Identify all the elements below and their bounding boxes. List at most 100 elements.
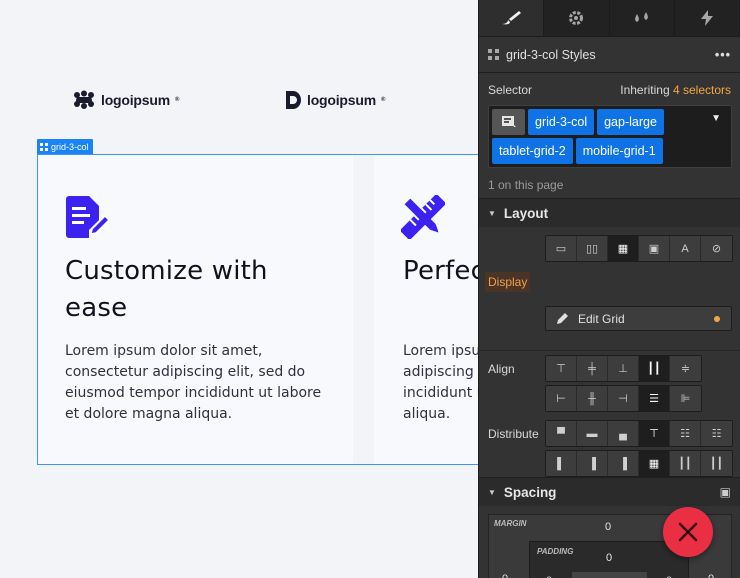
justify-start-button[interactable]: ⊢ [546,386,577,411]
grid-icon [40,143,48,151]
distribute-h-end-button[interactable]: ▐ [608,451,639,476]
display-inline-button[interactable]: A [670,236,701,261]
lightning-icon [700,10,713,26]
logo-text: logoipsum [101,92,170,108]
justify-stretch-icon: ☰ [649,393,659,405]
justify-end-button[interactable]: ⊣ [608,386,639,411]
align-start-button[interactable]: ⊤ [546,356,577,381]
align-center-button[interactable]: ╪ [577,356,608,381]
tab-interactions[interactable] [610,0,675,36]
distribute-bottom-icon: ▄ [619,427,627,440]
display-none-button[interactable]: ⊘ [701,236,732,261]
content-box [572,572,647,578]
design-canvas[interactable]: logoipsum ® logoipsum ® grid-3-col Customi… [0,0,478,578]
selector-chip[interactable]: gap-large [597,109,664,135]
distribute-stretch-button[interactable]: ⊤ [639,421,670,446]
grid-icon [488,49,499,60]
display-block-button[interactable]: ▭ [546,236,577,261]
margin-right-value[interactable]: 0 [708,573,714,578]
distribute-h-start-button[interactable]: ▌ [546,451,577,476]
margin-top-value[interactable]: 0 [605,521,611,533]
layout-section-header[interactable]: ▼ Layout [479,198,740,227]
logo-1: logoipsum ® [72,90,179,110]
selector-type-button[interactable] [492,109,525,135]
display-flex-button[interactable]: ▯▯ [577,236,608,261]
selector-field[interactable]: grid-3-col gap-large tablet-grid-2 mobil… [488,105,732,168]
distribute-end-button[interactable]: ▄ [608,421,639,446]
align-row-2: ⊢ ╫ ⊣ ☰ ⊫ [545,385,702,412]
selector-row: Selector Inheriting 4 selectors [488,83,731,97]
spacing-title: Spacing [503,484,557,500]
distribute-hstretch-icon: ▦ [648,458,660,470]
selector-chip[interactable]: tablet-grid-2 [492,138,573,164]
styles-header: grid-3-col Styles ••• [479,37,740,73]
spacing-section-header[interactable]: ▼ Spacing ▣ [479,477,740,506]
logo-mark-icon [74,90,94,109]
inheriting-count[interactable]: 4 selectors [673,83,731,97]
align-top-icon: ⊤ [556,363,566,375]
tab-settings[interactable] [544,0,610,36]
caret-down-icon: ▼ [488,487,496,497]
distribute-left-icon: ▌ [557,457,565,470]
distribute-between-button[interactable]: ☷ [670,421,701,446]
tab-style[interactable] [479,0,545,36]
distribute-right-icon: ▐ [619,457,627,470]
distribute-hbetween-icon: ┃┃ [678,458,692,470]
block-icon: ▭ [555,243,567,255]
chevron-down-icon[interactable]: ▼ [711,113,721,124]
drops-icon [634,12,648,22]
inline-block-icon: ▣ [648,243,660,255]
justify-stretch-button[interactable]: ☰ [639,386,670,411]
display-grid-button[interactable]: ▦ [608,236,639,261]
inheriting-info[interactable]: Inheriting 4 selectors [620,83,731,97]
padding-box[interactable]: PADDING 0 0 0 [529,541,689,578]
distribute-around-icon: ☷ [711,428,722,440]
pencil-icon [557,313,568,324]
flex-icon: ▯▯ [585,243,599,255]
distribute-between-icon: ☷ [680,428,690,440]
margin-left-value[interactable]: 0 [502,573,508,578]
divider [479,350,740,351]
distribute-top-icon: ▀ [557,427,565,440]
distribute-h-around-button[interactable]: ┃┃ [701,451,732,476]
grid-icon: ▦ [617,243,629,255]
padding-label: PADDING [537,547,574,556]
distribute-row-1: ▀ ▬ ▄ ⊤ ☷ ☷ [545,420,733,447]
logo-text: logoipsum [307,92,376,108]
selector-chip[interactable]: mobile-grid-1 [575,138,663,164]
close-button[interactable] [663,507,713,557]
distribute-hcenter-icon: ▐ [588,457,596,470]
justify-left-icon: ⊢ [556,393,566,405]
align-middle-icon: ╪ [588,362,596,375]
align-bottom-icon: ⊥ [618,363,628,375]
justify-baseline-button[interactable]: ⊫ [670,386,701,411]
box-model-icon[interactable]: ▣ [720,485,731,499]
align-stretch-button[interactable]: ┃┃ [639,356,670,381]
selector-section: Selector Inheriting 4 selectors grid-3-c… [479,73,740,198]
close-icon [678,522,698,542]
display-label: Display [485,272,531,292]
selected-element-tag[interactable]: grid-3-col [37,139,93,154]
panel-tabs [479,0,740,37]
edit-grid-button[interactable]: Edit Grid [545,306,732,331]
display-inline-block-button[interactable]: ▣ [639,236,670,261]
distribute-h-stretch-button[interactable]: ▦ [639,451,670,476]
align-end-button[interactable]: ⊥ [608,356,639,381]
selector-chip[interactable]: grid-3-col [528,109,595,135]
gear-icon [569,11,584,25]
distribute-row-2: ▌ ▐ ▐ ▦ ┃┃ ┃┃ [545,450,733,477]
distribute-center-button[interactable]: ▬ [577,421,608,446]
align-baseline-icon: ≑ [680,363,691,375]
align-label: Align [488,362,515,376]
more-options-icon[interactable]: ••• [715,48,731,62]
padding-top-value[interactable]: 0 [606,552,612,564]
distribute-h-center-button[interactable]: ▐ [577,451,608,476]
distribute-start-button[interactable]: ▀ [546,421,577,446]
justify-center-button[interactable]: ╫ [577,386,608,411]
inheriting-prefix: Inheriting [620,83,670,97]
distribute-around-button[interactable]: ☷ [701,421,732,446]
align-baseline-button[interactable]: ≑ [670,356,701,381]
eye-off-icon: ⊘ [711,243,722,255]
tab-lightning[interactable] [675,0,740,36]
distribute-h-between-button[interactable]: ┃┃ [670,451,701,476]
